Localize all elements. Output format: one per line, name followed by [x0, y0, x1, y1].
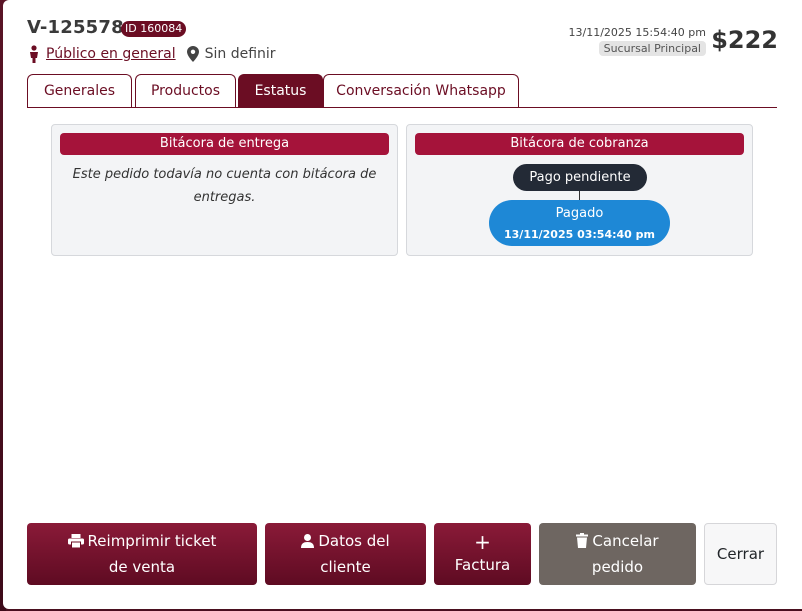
invoice-label: Factura: [454, 556, 511, 574]
cancel-order-content: Cancelar pedido: [563, 529, 673, 579]
tab-bar: Generales Productos Estatus Conversación…: [27, 74, 777, 108]
person-icon: [27, 45, 41, 63]
order-total: $222: [711, 26, 778, 54]
billing-log-title: Bitácora de cobranza: [415, 133, 744, 155]
tab-estatus[interactable]: Estatus: [238, 74, 323, 107]
client-data-content: Datos del cliente: [291, 529, 401, 579]
delivery-log-panel: Bitácora de entrega Este pedido todavía …: [51, 124, 398, 256]
client-row: Público en general Sin definir: [27, 44, 276, 64]
plus-icon: +: [474, 530, 491, 554]
cancel-order-label: Cancelar pedido: [591, 532, 659, 576]
branch-badge: Sucursal Principal: [598, 41, 706, 56]
status-pending-pill: Pago pendiente: [513, 164, 647, 191]
status-paid-pill: Pagado 13/11/2025 03:54:40 pm: [489, 200, 670, 246]
close-label: Cerrar: [716, 545, 765, 563]
invoice-button[interactable]: + Factura: [434, 523, 531, 585]
order-code: V-125578: [27, 17, 124, 38]
client-name-link[interactable]: Público en general: [46, 46, 176, 62]
delivery-log-empty-message: Este pedido todavía no cuenta con bitáco…: [72, 167, 377, 205]
tab-productos[interactable]: Productos: [135, 74, 236, 107]
close-button[interactable]: Cerrar: [704, 523, 777, 585]
location-pin-icon: [186, 46, 199, 62]
tab-conversacion-whatsapp[interactable]: Conversación Whatsapp: [323, 74, 519, 107]
client-data-button[interactable]: Datos del cliente: [265, 523, 426, 585]
client-data-label: Datos del cliente: [318, 532, 390, 576]
reprint-ticket-label: Reimprimir ticket de venta: [87, 532, 217, 576]
delivery-log-title: Bitácora de entrega: [60, 133, 389, 155]
order-datetime: 13/11/2025 15:54:40 pm: [568, 26, 707, 39]
status-paid-date: 13/11/2025 03:54:40 pm: [504, 228, 655, 241]
reprint-ticket-content: Reimprimir ticket de venta: [57, 529, 227, 579]
billing-log-panel: Bitácora de cobranza Pago pendiente Paga…: [406, 124, 753, 256]
user-icon: [301, 531, 315, 555]
cancel-order-button[interactable]: Cancelar pedido: [539, 523, 696, 585]
tab-generales[interactable]: Generales: [27, 74, 132, 107]
reprint-ticket-button[interactable]: Reimprimir ticket de venta: [27, 523, 257, 585]
id-badge: ID 160084: [121, 21, 187, 37]
order-detail-modal: V-125578 ID 160084 Público en general Si…: [3, 0, 802, 609]
location-text: Sin definir: [204, 46, 276, 62]
status-paid-label: Pagado: [555, 206, 604, 221]
trash-icon: [576, 531, 589, 555]
printer-icon: [67, 531, 84, 555]
